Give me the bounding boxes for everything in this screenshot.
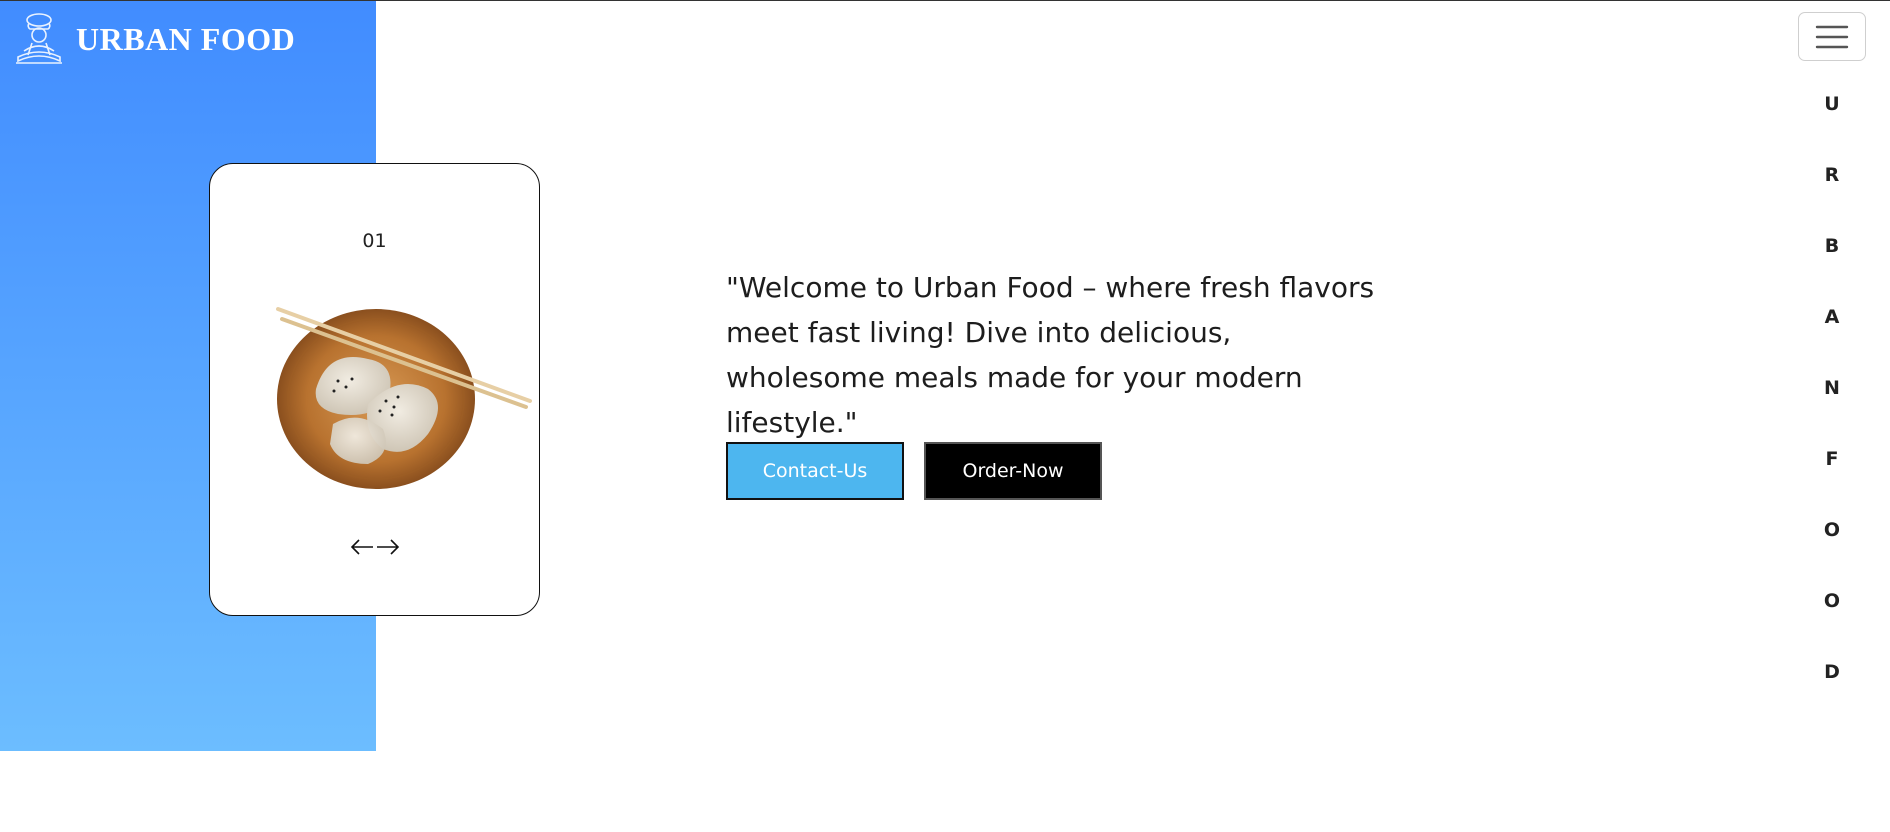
slide-number: 01 <box>362 230 387 252</box>
hamburger-icon <box>1815 25 1849 48</box>
brand[interactable]: URBAN FOOD <box>10 11 295 67</box>
letter: U <box>1824 93 1840 115</box>
dumplings-image <box>276 307 532 489</box>
letter: N <box>1824 377 1840 399</box>
letter: B <box>1824 235 1840 257</box>
contact-us-button[interactable]: Contact-Us <box>726 442 904 500</box>
letter: F <box>1825 448 1839 470</box>
vertical-brand-letters: U R B A N F O O D <box>1812 91 1852 730</box>
page: URBAN FOOD 01 "Welcome to Urban Food – w… <box>0 0 1890 832</box>
letter: O <box>1823 590 1841 612</box>
order-now-button[interactable]: Order-Now <box>924 442 1102 500</box>
letter: O <box>1823 519 1841 541</box>
letter: A <box>1824 306 1840 328</box>
hero-text: "Welcome to Urban Food – where fresh fla… <box>726 271 1375 439</box>
letter: D <box>1824 661 1840 683</box>
menu-toggle-button[interactable] <box>1798 12 1866 61</box>
carousel-arrows <box>210 536 539 558</box>
arrow-left-icon[interactable] <box>349 536 375 558</box>
letter: R <box>1824 164 1840 186</box>
carousel-card: 01 <box>209 163 540 616</box>
brand-name: URBAN FOOD <box>76 20 296 57</box>
hero-buttons: Contact-Us Order-Now <box>726 442 1102 500</box>
arrow-right-icon[interactable] <box>375 536 401 558</box>
chef-icon <box>16 13 62 64</box>
